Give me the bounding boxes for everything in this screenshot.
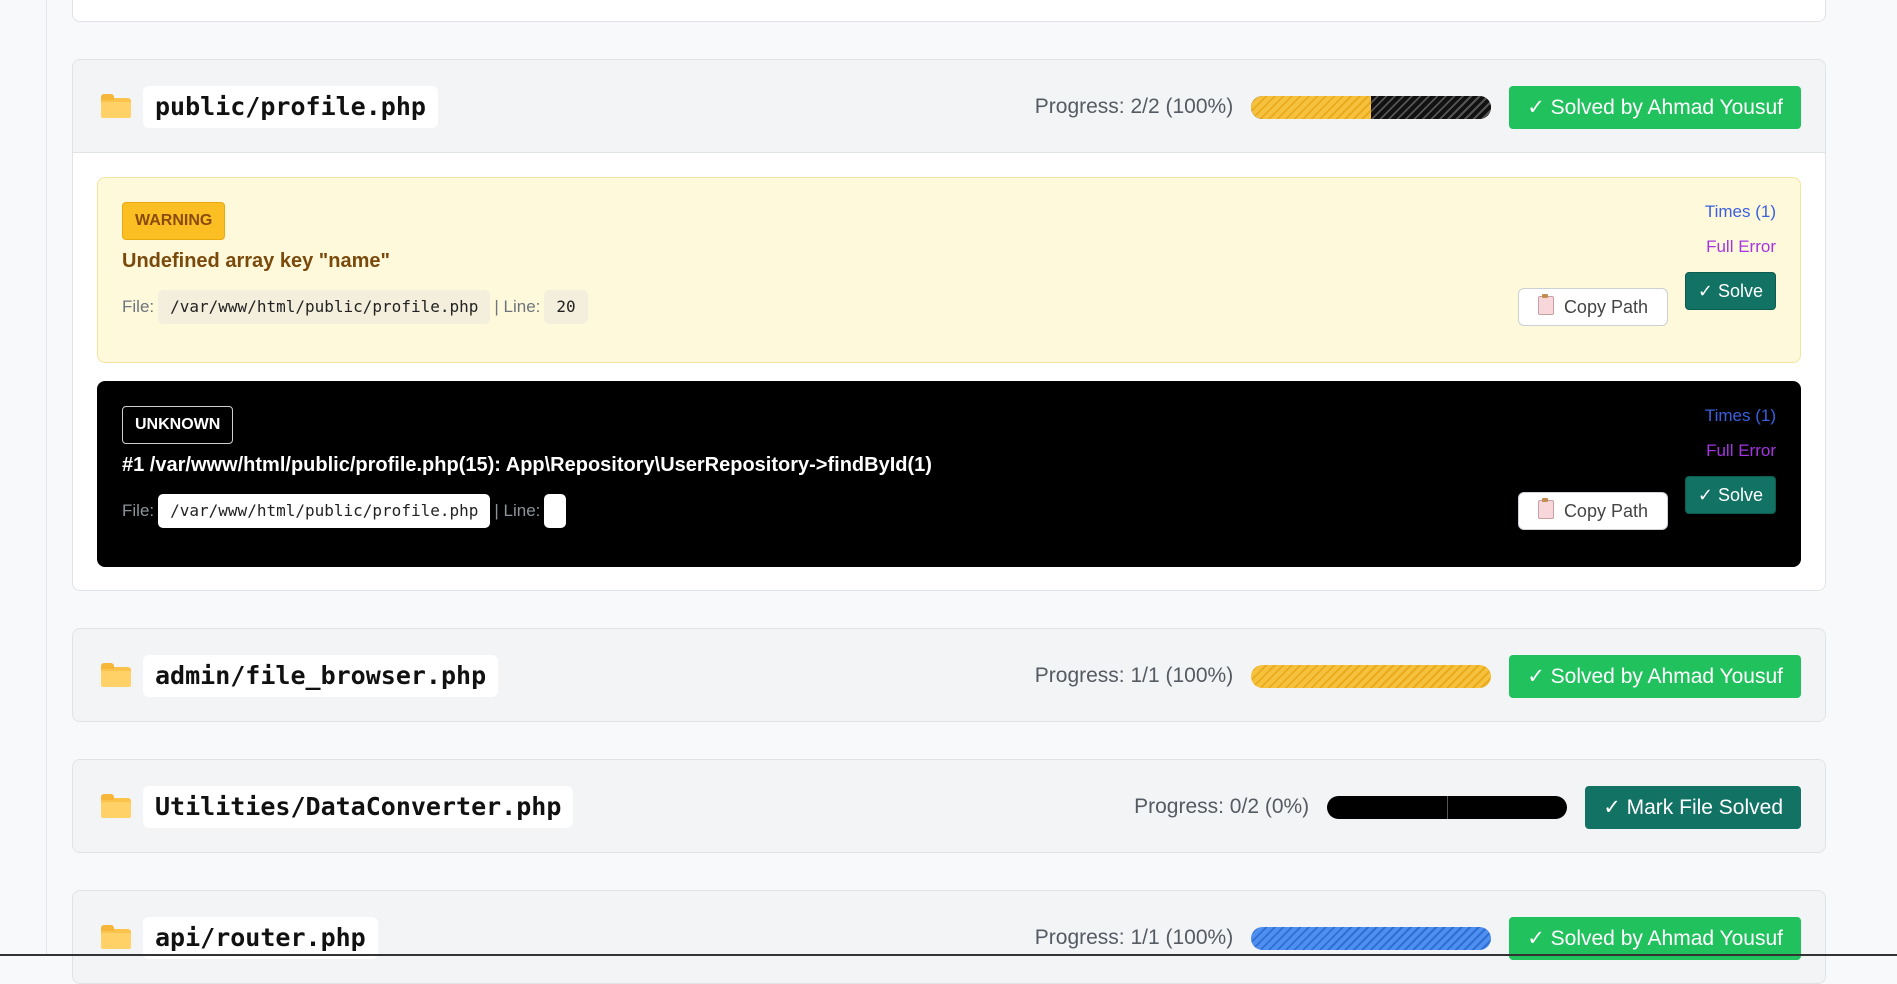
file-path: /var/www/html/public/profile.php <box>158 494 491 528</box>
severity-badge: UNKNOWN <box>122 406 234 444</box>
progress-bar <box>1251 95 1492 119</box>
file-label: File: <box>122 501 155 520</box>
solve-button[interactable]: ✓ Solve <box>1684 476 1776 514</box>
issues-list: WARNING Undefined array key "name" File:… <box>73 153 1825 590</box>
full-error-link[interactable]: Full Error <box>1646 237 1776 257</box>
file-card-file-browser: admin/file_browser.php Progress: 1/1 (10… <box>72 628 1826 722</box>
issue-item-warning: WARNING Undefined array key "name" File:… <box>97 177 1801 363</box>
progress-group: Progress: 1/1 (100%) ✓ Solved by Ahmad Y… <box>1035 654 1801 698</box>
file-name: public/profile.php <box>143 86 438 128</box>
issue-location: File: /var/www/html/public/profile.php |… <box>122 290 592 324</box>
file-card-header[interactable]: Utilities/DataConverter.php Progress: 0/… <box>73 760 1825 852</box>
progress-fill <box>1251 926 1492 950</box>
copy-path-button[interactable]: Copy Path <box>1517 288 1668 326</box>
clipboard-icon <box>1537 294 1554 315</box>
solved-status-button[interactable]: ✓ Solved by Ahmad Yousuf <box>1509 85 1801 129</box>
line-number: 20 <box>544 290 588 324</box>
file-card-header[interactable]: api/router.php Progress: 1/1 (100%) ✓ So… <box>73 891 1825 983</box>
severity-badge: WARNING <box>122 202 226 240</box>
file-card-header[interactable]: public/profile.php Progress: 2/2 (100%) … <box>73 60 1825 153</box>
times-link[interactable]: Times (1) <box>1646 202 1776 222</box>
file-card-header[interactable]: admin/file_browser.php Progress: 1/1 (10… <box>73 629 1825 721</box>
file-card-previous <box>72 0 1826 22</box>
progress-fill <box>1251 664 1492 688</box>
progress-text: Progress: 1/1 (100%) <box>1034 664 1234 687</box>
issue-message: Undefined array key "name" <box>122 250 390 272</box>
progress-divider <box>1447 795 1449 819</box>
copy-path-label: Copy Path <box>1563 501 1648 521</box>
file-card-data-converter: Utilities/DataConverter.php Progress: 0/… <box>72 759 1826 853</box>
progress-bar <box>1251 664 1492 688</box>
file-name: Utilities/DataConverter.php <box>143 786 574 828</box>
folder-icon <box>101 925 131 949</box>
progress-fill <box>1251 95 1372 119</box>
line-label: | Line: <box>494 297 541 316</box>
copy-path-button[interactable]: Copy Path <box>1517 492 1668 530</box>
file-name: api/router.php <box>143 917 378 959</box>
file-name: admin/file_browser.php <box>143 655 499 697</box>
clipboard-icon <box>1537 498 1554 519</box>
solved-status-button[interactable]: ✓ Solved by Ahmad Yousuf <box>1509 654 1801 698</box>
mark-file-solved-button[interactable]: ✓ Mark File Solved <box>1585 785 1801 829</box>
issue-item-unknown: UNKNOWN #1 /var/www/html/public/profile.… <box>97 381 1801 567</box>
issue-message: #1 /var/www/html/public/profile.php(15):… <box>122 454 932 476</box>
progress-text: Progress: 1/1 (100%) <box>1034 926 1234 949</box>
folder-icon <box>101 663 131 687</box>
folder-icon <box>101 794 131 818</box>
full-error-link[interactable]: Full Error <box>1646 441 1776 461</box>
progress-text: Progress: 2/2 (100%) <box>1034 95 1234 118</box>
progress-group: Progress: 2/2 (100%) ✓ Solved by Ahmad Y… <box>1035 85 1801 129</box>
file-label: File: <box>122 297 155 316</box>
line-number <box>544 494 567 528</box>
file-card-router: api/router.php Progress: 1/1 (100%) ✓ So… <box>72 890 1826 984</box>
file-path: /var/www/html/public/profile.php <box>158 290 491 324</box>
file-card-profile: public/profile.php Progress: 2/2 (100%) … <box>72 59 1826 591</box>
progress-bar <box>1327 795 1568 819</box>
progress-text: Progress: 0/2 (0%) <box>1134 795 1310 818</box>
folder-icon <box>101 94 131 118</box>
copy-path-label: Copy Path <box>1563 297 1648 317</box>
line-label: | Line: <box>494 501 541 520</box>
progress-group: Progress: 0/2 (0%) ✓ Mark File Solved <box>1134 785 1801 829</box>
solve-button[interactable]: ✓ Solve <box>1684 272 1776 310</box>
progress-remaining <box>1371 95 1492 119</box>
progress-bar <box>1251 926 1492 950</box>
times-link[interactable]: Times (1) <box>1646 406 1776 426</box>
issue-location: File: /var/www/html/public/profile.php |… <box>122 494 570 528</box>
